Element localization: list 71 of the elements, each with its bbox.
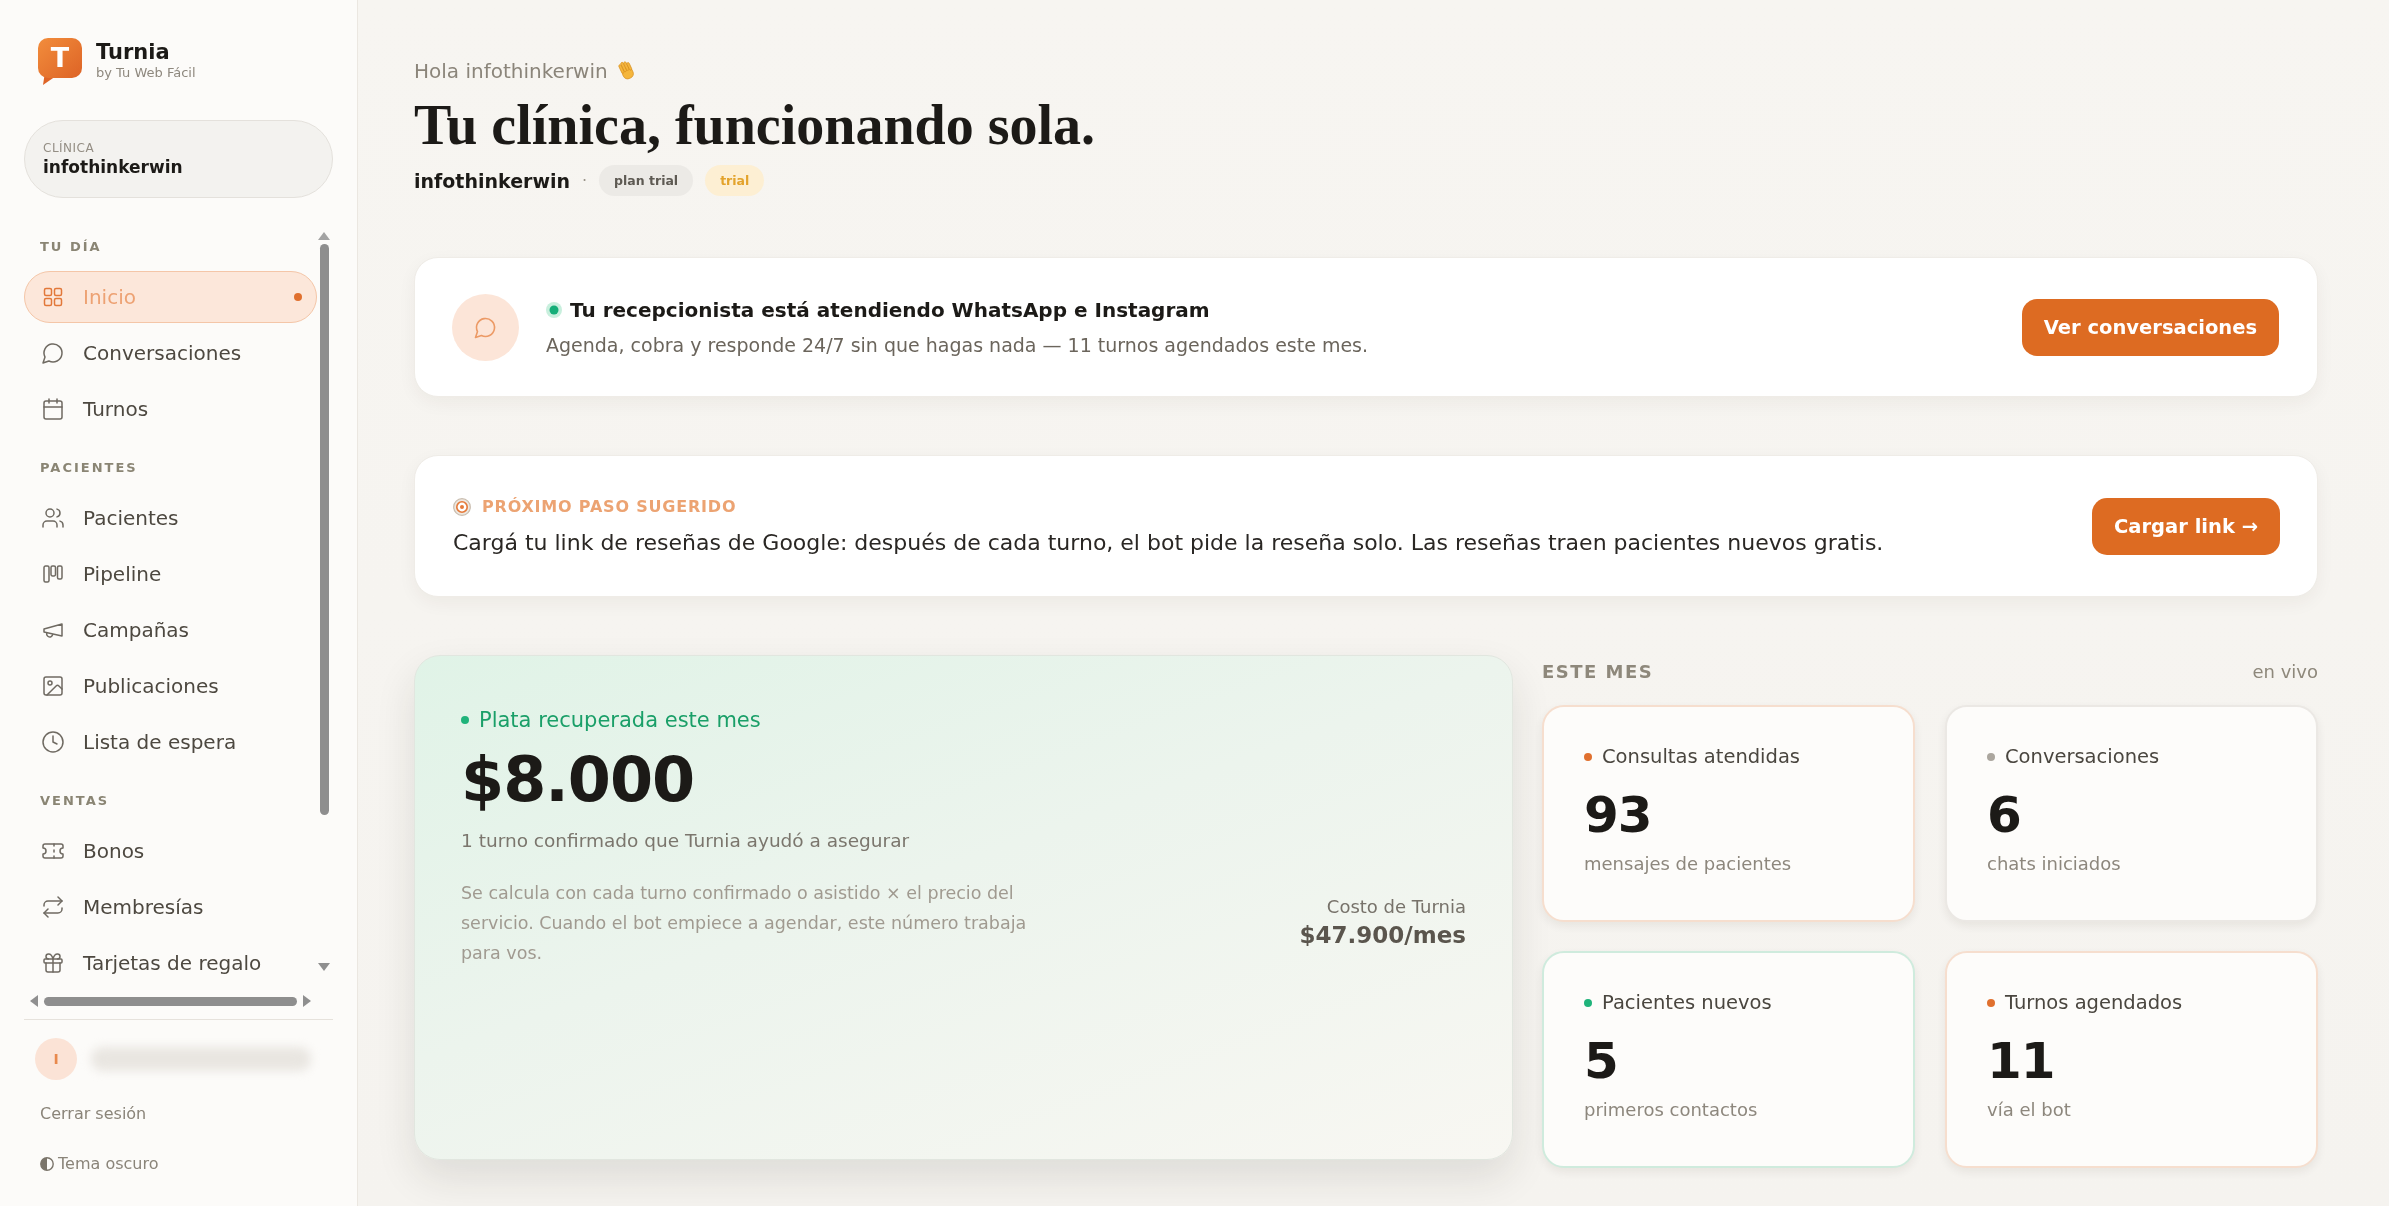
separator-dot: ·	[582, 171, 588, 190]
nav-item[interactable]: Bonos	[24, 825, 317, 877]
kanban-columns-icon	[42, 563, 64, 585]
repeat-arrows-icon	[42, 896, 64, 918]
grid-icon	[42, 286, 64, 308]
clinic-name: infothinkerwin	[414, 169, 570, 192]
stat-label: Conversaciones	[2005, 745, 2160, 769]
money-detail: 1 turno confirmado que Turnia ayudó a asegurar	[461, 829, 910, 853]
money-amount: $8.000	[461, 744, 695, 816]
nav-item[interactable]: Conversaciones	[24, 327, 317, 379]
stat-caption: vía el bot	[1987, 1098, 2072, 1122]
stat-caption: chats iniciados	[1987, 852, 2122, 876]
brand-name: Turnia	[96, 40, 171, 64]
active-dot-icon	[294, 293, 302, 301]
brand-tagline: by Tu Web Fácil	[96, 64, 196, 82]
nav-item[interactable]: Membresías	[24, 881, 317, 933]
live-label: en vivo	[2252, 660, 2318, 682]
ticket-icon	[42, 840, 64, 862]
status-title: Tu recepcionista está atendiendo WhatsApp e Instagram	[570, 297, 1210, 322]
plan-badge: plan trial	[599, 165, 694, 196]
image-icon	[42, 675, 64, 697]
clinic-label: CLÍNICA	[43, 140, 96, 156]
clinic-name: infothinkerwin	[43, 156, 184, 178]
calendar-icon	[42, 398, 64, 420]
nav-item[interactable]: Campañas	[24, 604, 317, 656]
money-label: Plata recuperada este mes	[479, 707, 761, 734]
nav-section-title: TU DÍA	[39, 238, 103, 256]
stat-caption: primeros contactos	[1584, 1098, 1759, 1122]
plan-badge: trial	[705, 165, 765, 196]
status-description: Agenda, cobra y responde 24/7 sin que hagas nada — 11 turnos agendados este mes.	[546, 332, 1369, 357]
nav-item[interactable]: Lista de espera	[24, 716, 317, 768]
cost-label: Costo de Turnia	[1326, 895, 1466, 919]
scrollbar-thumb[interactable]	[319, 244, 329, 815]
scroll-right-arrow-icon[interactable]	[303, 995, 311, 1007]
bullet-dot-icon	[461, 716, 469, 724]
money-note: Se calcula con cada turno confirmado o asistido × el precio del servicio. Cuando el bot empiece a agendar, este número trabaja para vos.	[461, 882, 1028, 965]
nav-section-title: PACIENTES	[39, 459, 139, 477]
theme-toggle[interactable]: Tema oscuro	[40, 1153, 159, 1175]
nav-item[interactable]: Publicaciones	[24, 660, 317, 712]
stat-label: Pacientes nuevos	[1602, 991, 1772, 1015]
stat-value: 5	[1584, 1032, 1619, 1090]
scroll-left-arrow-icon[interactable]	[30, 995, 38, 1007]
contrast-icon	[40, 1157, 54, 1171]
scroll-up-arrow-icon[interactable]	[318, 232, 330, 240]
stat-caption: mensajes de pacientes	[1584, 852, 1793, 876]
nav-section-title: VENTAS	[39, 792, 111, 810]
nav-item[interactable]: Pipeline	[24, 548, 317, 600]
cost-value: $47.900/mes	[1299, 921, 1466, 950]
stat-value: 6	[1987, 786, 2022, 844]
section-title: ESTE MES	[1542, 660, 1654, 682]
page-title: Tu clínica, funcionando sola.	[414, 95, 1097, 155]
nav-item[interactable]: Pacientes	[24, 492, 317, 544]
target-icon	[453, 497, 471, 516]
scroll-down-arrow-icon[interactable]	[318, 963, 330, 971]
brand-logo: T	[38, 38, 82, 85]
stat-value: 93	[1584, 786, 1653, 844]
stat-value: 11	[1987, 1032, 2056, 1090]
stat-label: Consultas atendidas	[1602, 745, 1801, 769]
logout-link[interactable]: Cerrar sesión	[24, 1103, 147, 1125]
chat-bubble-icon	[42, 342, 64, 364]
people-icon	[42, 507, 64, 529]
greeting-text: Hola infothinkerwin	[414, 59, 608, 83]
nav-item[interactable]: Turnos	[24, 383, 317, 435]
stat-label: Turnos agendados	[2005, 991, 2183, 1015]
suggestion-text: Cargá tu link de reseñas de Google: después de cada turno, el bot pide la reseña solo. Las reseñas traen pacientes nuevos gratis.	[453, 528, 1884, 557]
gift-icon	[42, 952, 64, 974]
chat-bubble-icon	[452, 293, 519, 361]
nav-item[interactable]: Tarjetas de regalo	[24, 937, 317, 989]
scrollbar-thumb[interactable]	[44, 996, 297, 1006]
suggestion-label: PRÓXIMO PASO SUGERIDO	[482, 495, 737, 518]
clock-icon	[42, 731, 64, 753]
